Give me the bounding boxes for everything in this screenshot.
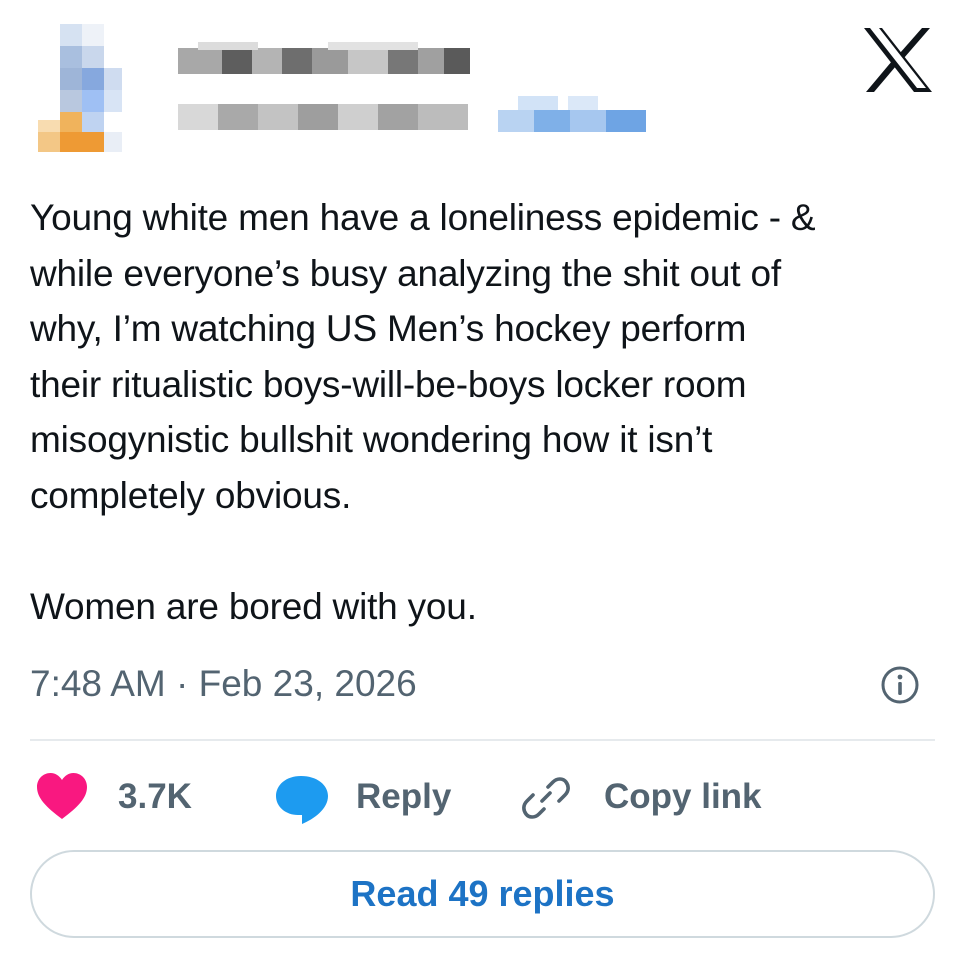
follow-link-blurred[interactable] xyxy=(498,96,648,134)
heart-icon xyxy=(37,773,87,819)
post-text-line: completely obvious. xyxy=(30,474,352,516)
like-button[interactable]: 3.7K xyxy=(36,766,216,828)
post-text-line: their ritualistic boys-will-be-boys lock… xyxy=(30,363,747,405)
copy-link-label: Copy link xyxy=(604,777,762,816)
post-text-line: Young white men have a loneliness epidem… xyxy=(30,197,816,238)
read-replies-label: Read 49 replies xyxy=(350,873,615,914)
author-avatar-blurred[interactable] xyxy=(38,24,122,152)
divider xyxy=(30,739,935,741)
info-icon[interactable] xyxy=(879,664,921,706)
link-icon xyxy=(522,777,570,819)
post-text-line: while everyone’s busy analyzing the shit… xyxy=(30,252,781,294)
post-text-line: misogynistic bullshit wondering how it i… xyxy=(30,419,713,460)
post-text-closing-line: Women are bored with you. xyxy=(30,585,477,627)
x-logo-icon[interactable] xyxy=(862,28,934,92)
author-name-blurred[interactable] xyxy=(178,42,470,80)
copy-link-button[interactable]: Copy link xyxy=(522,766,792,828)
post-text: Young white men have a loneliness epidem… xyxy=(30,190,945,634)
likes-count: 3.7K xyxy=(118,777,192,816)
author-handle-blurred[interactable] xyxy=(178,98,474,134)
reply-label: Reply xyxy=(356,777,452,816)
reply-button[interactable]: Reply xyxy=(274,766,474,828)
post-timestamp[interactable]: 7:48 AM · Feb 23, 2026 xyxy=(30,656,417,712)
embedded-post-card: Young white men have a loneliness epidem… xyxy=(0,0,960,978)
post-text-line: why, I’m watching US Men’s hockey perfor… xyxy=(30,308,747,349)
speech-bubble-icon xyxy=(276,776,328,824)
read-replies-button[interactable]: Read 49 replies xyxy=(30,850,935,938)
